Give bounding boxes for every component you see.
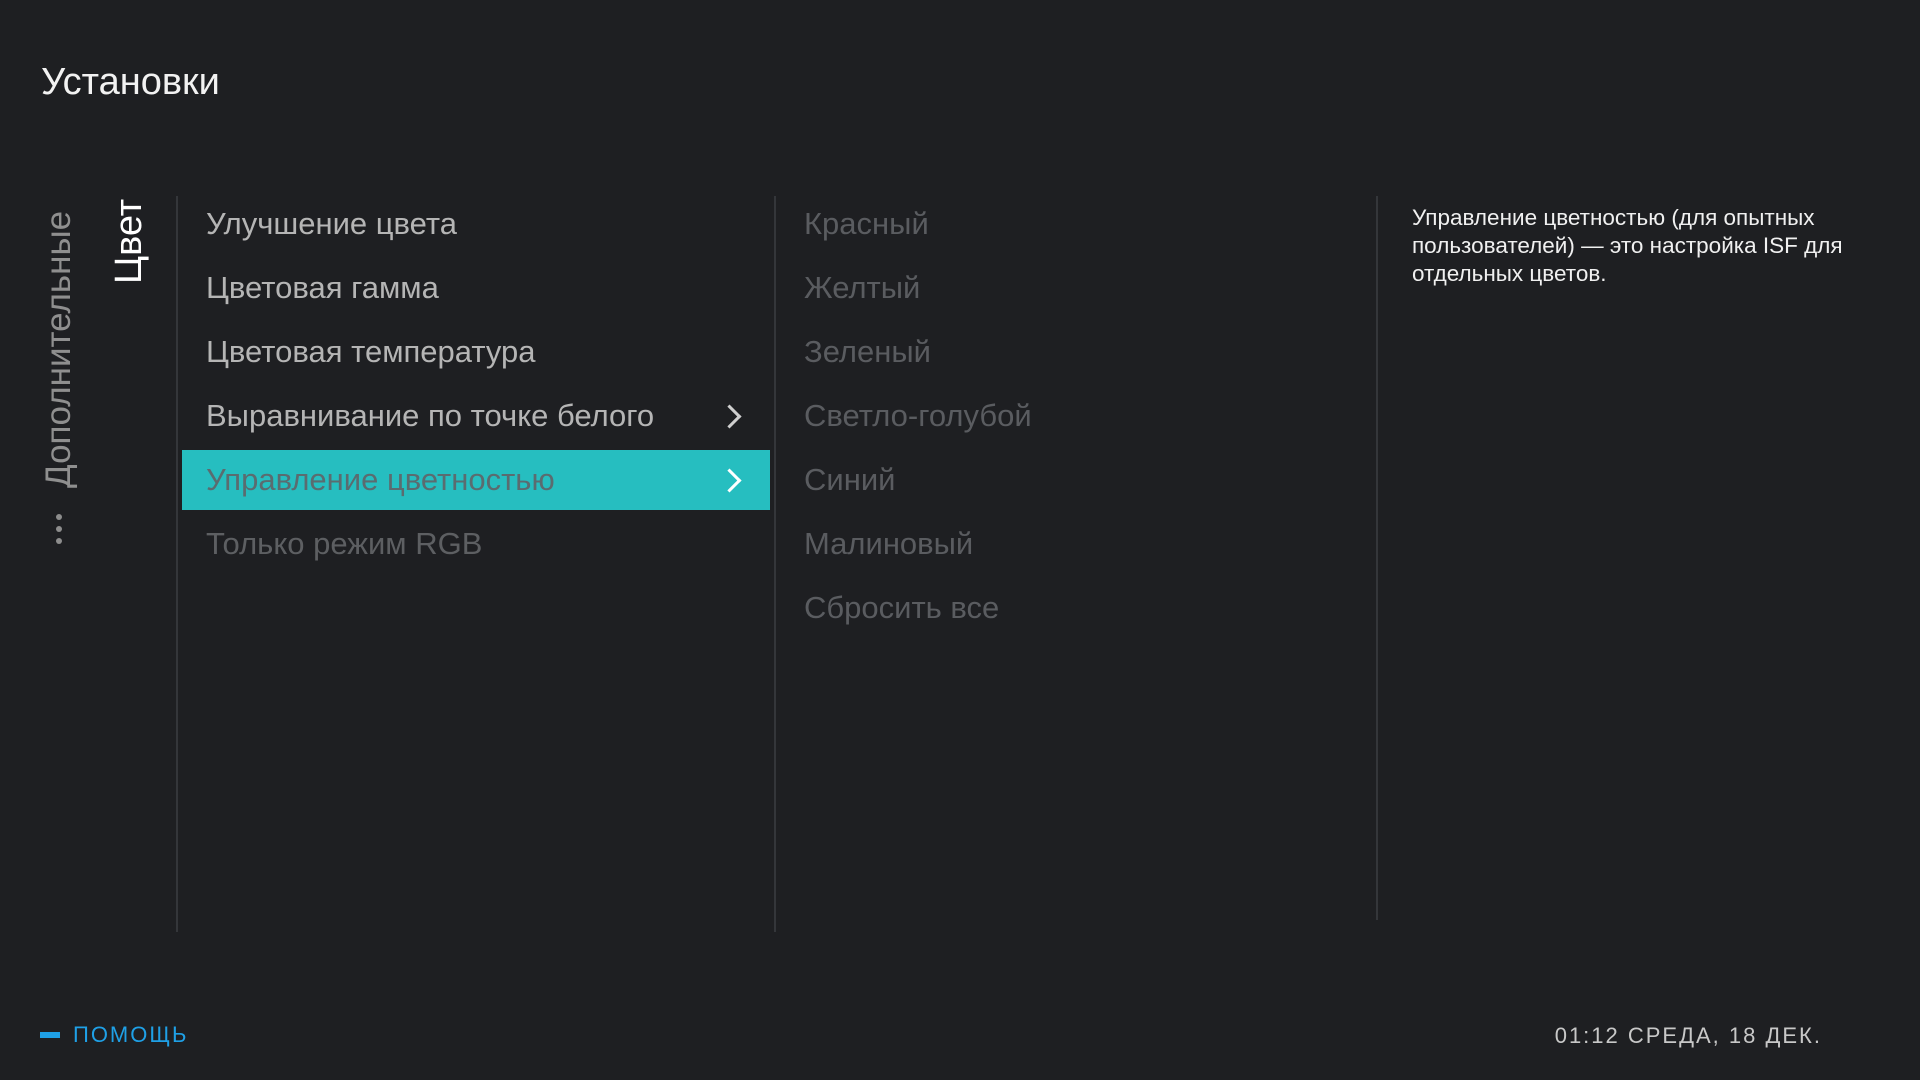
menu-item-color-control[interactable]: Управление цветностью xyxy=(182,450,770,510)
menu-item-label: Только режим RGB xyxy=(206,526,483,561)
breadcrumb-parent-label: Дополнительные xyxy=(39,210,78,488)
divider-middle xyxy=(774,196,776,932)
submenu-item-yellow[interactable]: Желтый xyxy=(780,258,1370,318)
help-key-icon xyxy=(40,1032,60,1038)
clock: 01:12 СРЕДА, 18 ДЕК. xyxy=(1554,1023,1822,1048)
menu-item-label: Цветовая гамма xyxy=(206,270,439,305)
help-button[interactable]: ПОМОЩЬ xyxy=(40,1022,188,1048)
menu-item-color-enhancement[interactable]: Улучшение цвета xyxy=(182,194,770,254)
chevron-right-icon xyxy=(717,404,742,429)
submenu-item-green[interactable]: Зеленый xyxy=(780,322,1370,382)
ellipsis-vertical-icon[interactable] xyxy=(56,490,62,544)
menu-item-white-point-alignment[interactable]: Выравнивание по точке белого xyxy=(182,386,770,446)
submenu-item-blue[interactable]: Синий xyxy=(780,450,1370,510)
menu-item-rgb-only-mode[interactable]: Только режим RGB xyxy=(182,514,770,574)
menu-item-color-temperature[interactable]: Цветовая температура xyxy=(182,322,770,382)
submenu-item-red[interactable]: Красный xyxy=(780,194,1370,254)
menu-item-label: Выравнивание по точке белого xyxy=(206,398,655,433)
chevron-right-icon xyxy=(717,468,742,493)
submenu-item-reset-all[interactable]: Сбросить все xyxy=(780,578,1370,638)
menu-item-label: Цветовая температура xyxy=(206,334,536,369)
menu-item-color-gamut[interactable]: Цветовая гамма xyxy=(182,258,770,318)
page-title: Установки xyxy=(41,61,220,103)
help-description: Управление цветностью (для опытных польз… xyxy=(1412,205,1843,286)
color-control-submenu: Красный Желтый Зеленый Светло-голубой Си… xyxy=(780,194,1370,642)
divider-left xyxy=(176,196,178,932)
menu-item-label: Управление цветностью xyxy=(206,462,555,497)
breadcrumb-current-label: Цвет xyxy=(108,198,150,284)
submenu-item-cyan[interactable]: Светло-голубой xyxy=(780,386,1370,446)
help-label: ПОМОЩЬ xyxy=(73,1022,189,1047)
menu-item-label: Улучшение цвета xyxy=(206,206,457,241)
divider-right xyxy=(1376,196,1378,920)
submenu-item-magenta[interactable]: Малиновый xyxy=(780,514,1370,574)
settings-menu: Улучшение цвета Цветовая гамма Цветовая … xyxy=(182,194,770,578)
